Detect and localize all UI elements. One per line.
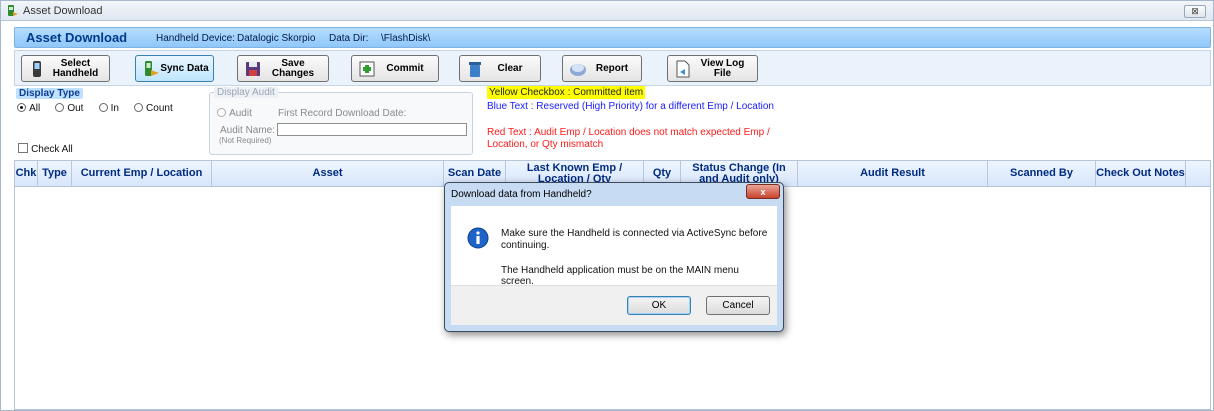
trash-can-icon [469,61,481,77]
select-handheld-label-2: Handheld [52,67,99,79]
radio-in[interactable] [98,103,108,112]
audit-option-row: Audit [217,107,252,119]
display-type-label: Display Type [16,88,83,99]
legend-red: Red Text : Audit Emp / Location does not… [487,127,770,150]
data-dir-label: Data Dir: [329,33,369,44]
commit-button[interactable]: Commit [351,55,439,82]
report-label: Report [595,62,629,74]
display-audit-label: Display Audit [214,87,278,98]
check-all-checkbox[interactable] [18,143,28,153]
data-dir-value: \FlashDisk\ [381,33,431,44]
dialog-body: Make sure the Handheld is connected via … [451,206,777,287]
view-log-file-button[interactable]: View Log File [667,55,758,82]
ok-button[interactable]: OK [627,296,691,315]
sync-handheld-icon [145,60,159,76]
radio-audit[interactable] [217,108,226,117]
commit-plus-icon [359,61,375,76]
check-all-label: Check All [31,144,73,155]
clear-label: Clear [497,62,523,74]
audit-name-label: Audit Name: [220,125,276,136]
clear-button[interactable]: Clear [459,55,541,82]
cancel-button[interactable]: Cancel [706,296,770,315]
select-handheld-button[interactable]: Select Handheld [21,55,110,82]
toolbar: Select Handheld Sync Data Save Changes C… [14,50,1211,86]
asset-download-window: Asset Download ⊠ Asset Download Handheld… [0,0,1214,411]
radio-count-label: Count [146,103,173,114]
col-chk[interactable]: Chk [15,161,38,186]
view-log-file-label: View Log File [700,57,745,79]
report-button[interactable]: Report [562,55,642,82]
save-changes-label-2: Changes [271,67,315,79]
handheld-device-label: Handheld Device: [156,33,235,44]
header-band: Asset Download Handheld Device: Datalogi… [14,27,1211,48]
dialog-message-main-menu: The Handheld application must be on the … [501,265,739,287]
handheld-device-value: Datalogic Skorpio [237,33,316,44]
col-asset[interactable]: Asset [212,161,444,186]
download-confirm-dialog: Download data from Handheld? x Make sure… [444,182,784,332]
window-title: Asset Download [23,5,103,17]
radio-all-label: All [29,103,41,114]
col-scanned-by[interactable]: Scanned By [988,161,1096,186]
col-audit-result[interactable]: Audit Result [798,161,988,186]
radio-out[interactable] [55,103,65,112]
commit-label: Commit [386,62,424,74]
log-file-icon [676,60,690,77]
display-type-options: All Out In Count [17,102,173,114]
window-close-button[interactable]: ⊠ [1184,5,1206,18]
first-record-download-date-label: First Record Download Date: [278,108,407,119]
dialog-message-activesync: Make sure the Handheld is connected via … [501,228,768,251]
col-current-emp-location[interactable]: Current Emp / Location [72,161,212,186]
check-all-row: Check All [18,143,73,155]
sync-data-button[interactable]: Sync Data [135,55,214,82]
save-changes-button[interactable]: Save Changes [237,55,329,82]
radio-audit-label: Audit [229,108,252,119]
info-icon [467,227,489,249]
legend-yellow: Yellow Checkbox : Committed item [487,86,646,99]
audit-name-note: (Not Required) [219,136,272,145]
page-title: Asset Download [26,30,128,45]
dialog-footer: OK Cancel [451,285,777,325]
col-type[interactable]: Type [38,161,72,186]
col-check-out-notes[interactable]: Check Out Notes [1096,161,1186,186]
radio-in-label: In [110,103,119,114]
handheld-icon [33,60,41,77]
report-icon [570,63,586,76]
dialog-title: Download data from Handheld? [451,189,592,200]
legend-blue: Blue Text : Reserved (High Priority) for… [487,101,774,112]
radio-count[interactable] [133,103,143,112]
dialog-close-button[interactable]: x [746,184,780,199]
window-title-bar: Asset Download ⊠ [1,1,1213,21]
app-icon [8,5,18,16]
sync-data-label: Sync Data [160,62,209,74]
radio-all[interactable] [17,103,26,112]
save-disk-icon [246,61,260,76]
audit-name-input[interactable] [277,123,467,136]
radio-out-label: Out [67,103,84,114]
